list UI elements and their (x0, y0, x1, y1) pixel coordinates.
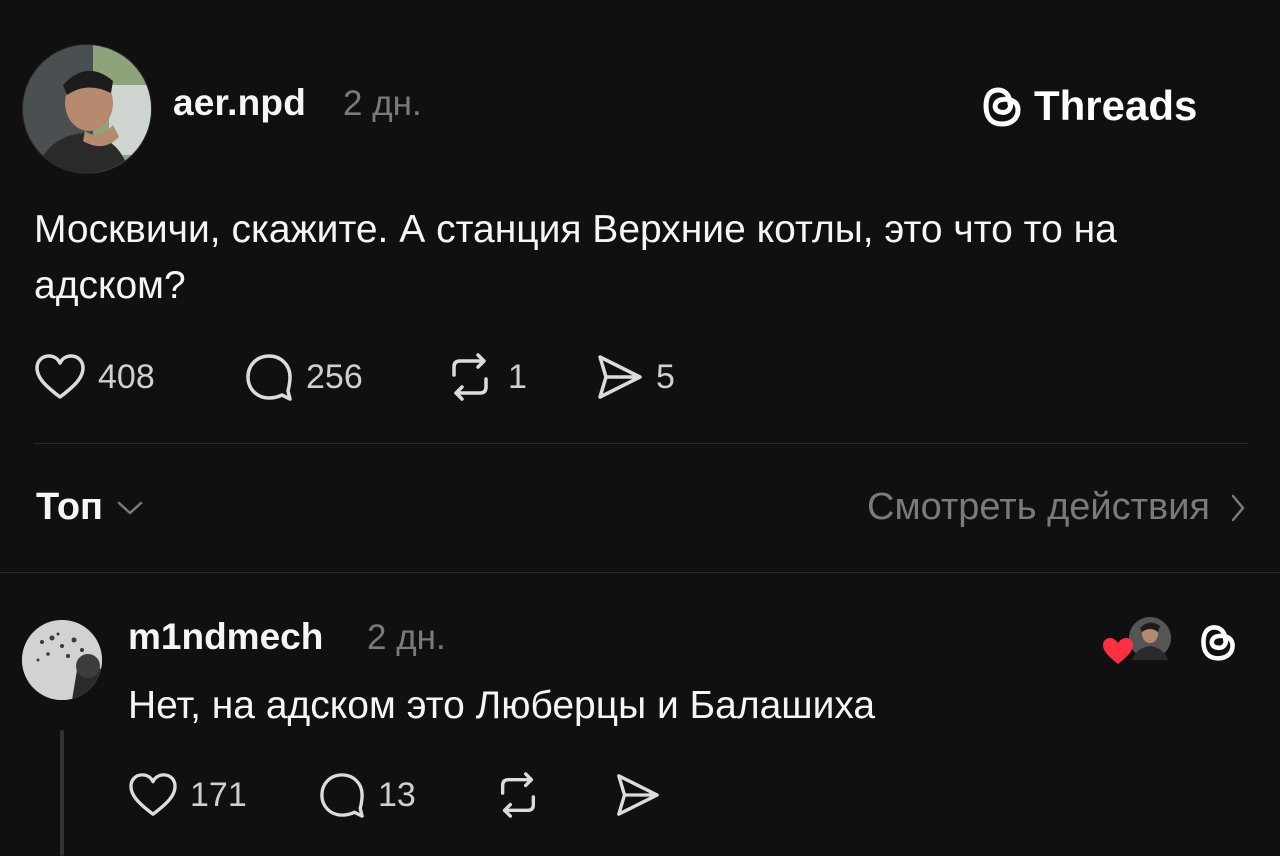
repost-icon (452, 353, 488, 401)
post-time: 2 дн. (343, 84, 422, 123)
reply-like-count: 171 (190, 775, 247, 814)
reply-actions: 171 13 (128, 770, 661, 820)
post-text: Москвичи, скажите. А станция Верхние кот… (34, 208, 1117, 307)
section-divider (0, 572, 1280, 573)
repost-count: 1 (508, 357, 527, 396)
comment-button[interactable]: 256 (244, 353, 444, 401)
repost-button[interactable]: 1 (444, 353, 594, 401)
reply-share-button[interactable] (613, 772, 661, 818)
divider (34, 443, 1248, 444)
reply-author-avatar[interactable] (22, 620, 102, 700)
sort-dropdown[interactable]: Топ (36, 486, 145, 529)
avatar-photo (23, 45, 151, 173)
reply-like-button[interactable]: 171 (128, 772, 318, 818)
sort-label: Топ (36, 486, 103, 528)
reply-username[interactable]: m1ndmech (128, 616, 323, 658)
liked-by-author-indicator (1102, 614, 1172, 666)
red-heart-icon (1103, 638, 1133, 664)
comment-icon (246, 354, 292, 401)
comment-icon (320, 773, 364, 818)
comment-count: 256 (306, 357, 363, 396)
chevron-right-icon (1231, 494, 1245, 521)
share-count: 5 (656, 357, 675, 396)
thread-connector-line (60, 730, 64, 856)
heart-icon (35, 354, 85, 399)
author-avatar[interactable] (22, 44, 152, 174)
heart-icon (129, 773, 177, 816)
like-count: 408 (98, 357, 155, 396)
threads-brand[interactable]: Threads (980, 82, 1197, 130)
brand-name: Threads (1034, 82, 1198, 129)
reply-time: 2 дн. (367, 618, 446, 657)
post-actions: 408 256 1 5 (34, 352, 714, 402)
send-icon (617, 774, 659, 816)
send-icon (598, 355, 642, 399)
view-activity-link[interactable]: Смотреть действия (867, 486, 1246, 529)
threads-logo-icon[interactable] (1198, 620, 1238, 664)
reply-text: Нет, на адском это Люберцы и Балашиха (128, 684, 876, 727)
reply-comment-button[interactable]: 13 (318, 772, 493, 818)
author-username[interactable]: aer.npd (173, 82, 306, 124)
avatar-photo (22, 620, 102, 700)
repost-icon (500, 772, 536, 818)
chevron-down-icon (117, 501, 143, 514)
reply-comment-count: 13 (378, 775, 416, 814)
view-activity-label: Смотреть действия (867, 486, 1210, 528)
share-button[interactable]: 5 (594, 353, 714, 401)
reply-repost-button[interactable] (493, 772, 613, 818)
threads-logo-icon (983, 87, 1021, 127)
like-button[interactable]: 408 (34, 353, 244, 401)
